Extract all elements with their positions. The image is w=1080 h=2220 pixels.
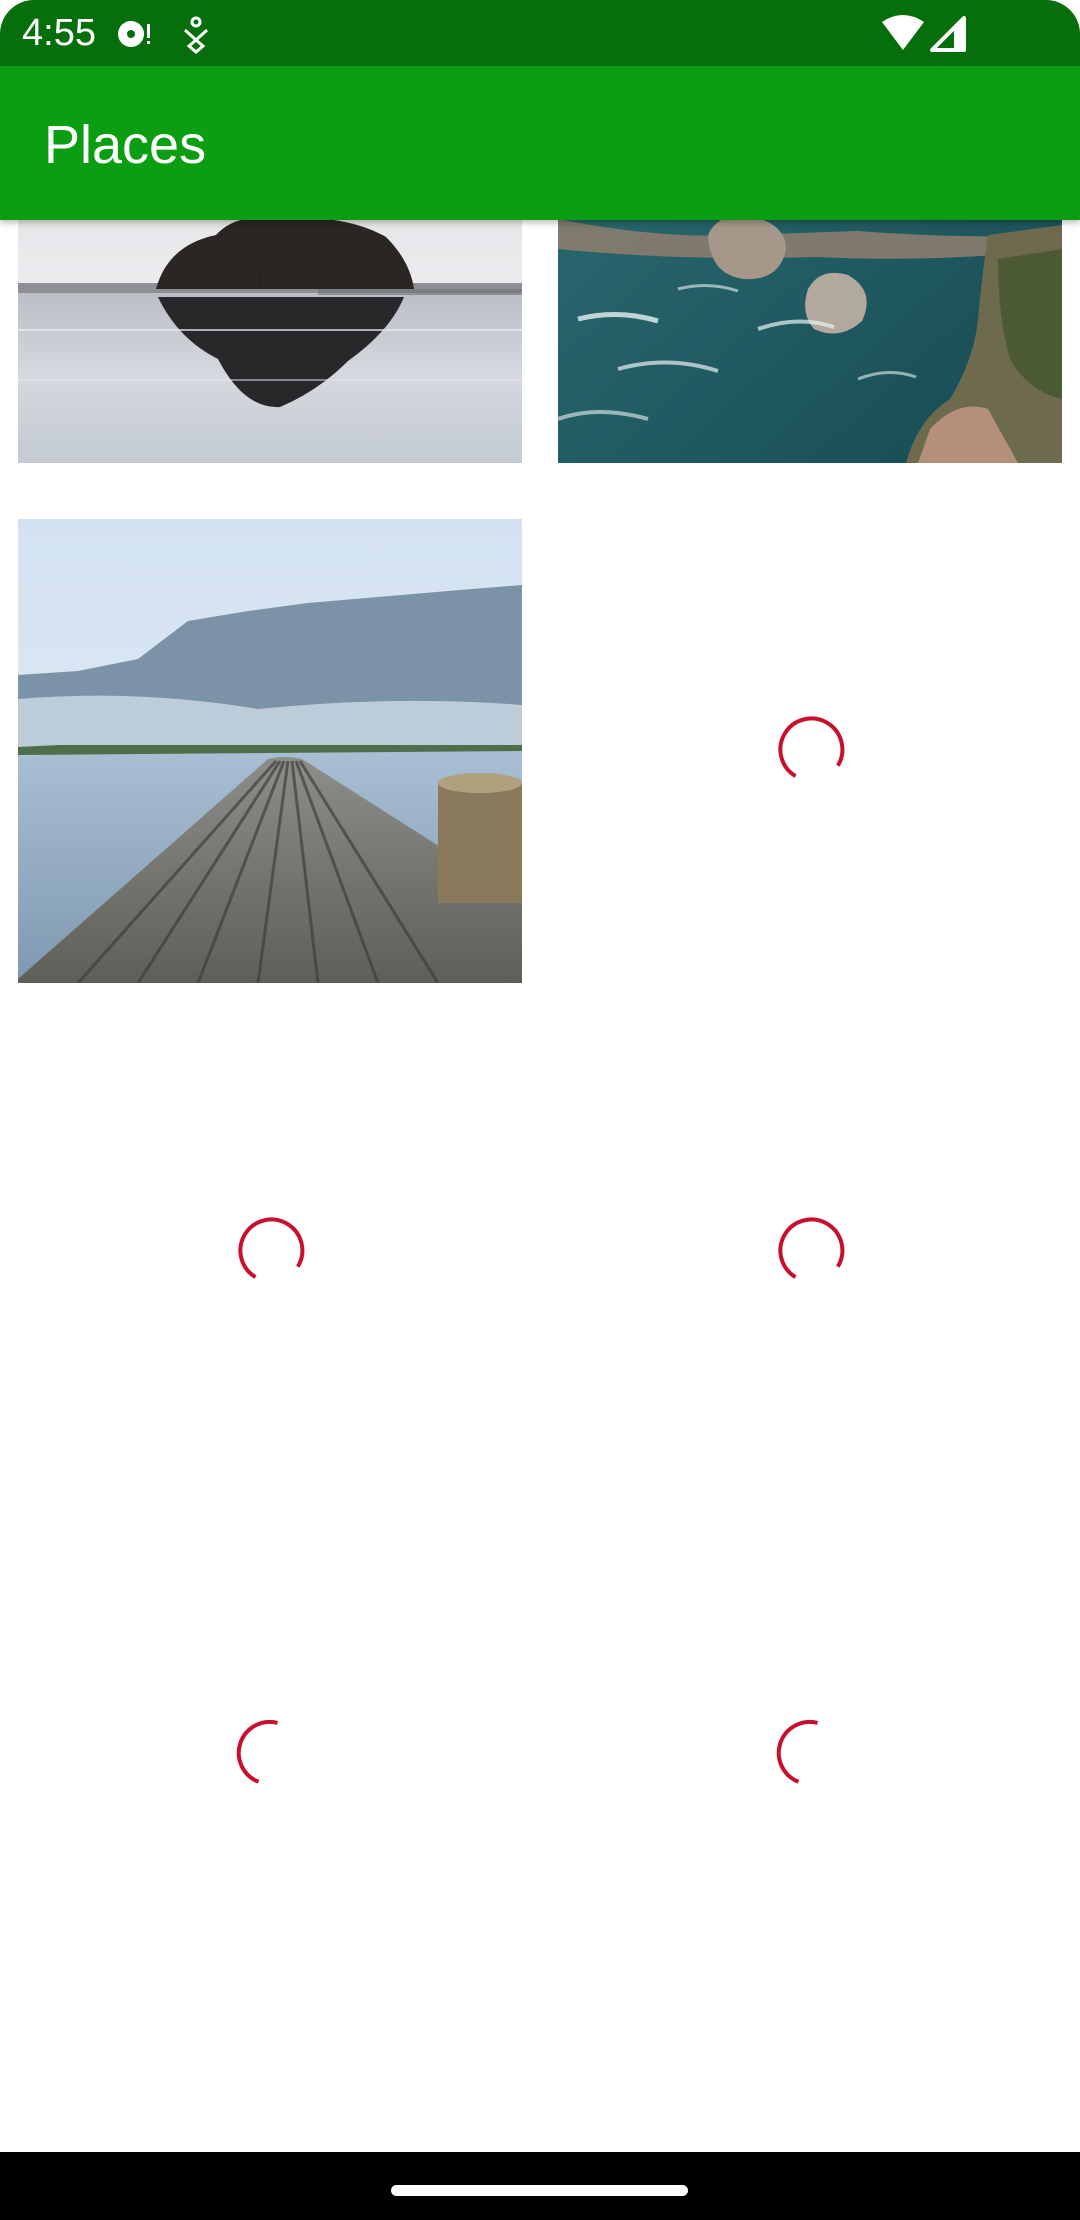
place-tile-loading-2[interactable] [18,1020,522,1484]
place-tile-loading-4[interactable] [18,1521,522,1985]
media-session-icon [114,14,154,54]
coastal-cliffs-photo [558,220,1062,463]
places-grid[interactable] [0,220,1080,2152]
home-gesture-handle[interactable] [391,2185,688,2196]
sea-rock-reflection-photo [18,220,522,463]
place-tile-coastal-cliffs[interactable] [558,220,1062,463]
loading-spinner-icon [778,1217,845,1279]
wooden-pier-lake-photo [18,519,522,983]
place-tile-loading-5[interactable] [558,1521,1062,1985]
signal-icon [928,14,968,54]
app-title: Places [44,115,207,175]
loading-spinner-icon [776,1719,818,1784]
accessibility-icon [176,14,216,54]
status-time: 4:55 [22,12,96,54]
place-tile-sea-rock[interactable] [18,220,522,463]
wifi-icon [880,14,926,54]
place-tile-loading-1[interactable] [558,519,1062,983]
place-tile-loading-3[interactable] [558,1020,1062,1484]
places-screen: 4:55 Places [0,0,1080,2220]
loading-spinner-icon [236,1719,278,1784]
status-bar: 4:55 [0,0,1080,66]
place-tile-wooden-pier[interactable] [18,519,522,983]
navigation-bar [0,2152,1080,2220]
loading-spinner-icon [778,716,845,778]
app-bar: Places [0,66,1080,220]
loading-spinner-icon [238,1217,305,1279]
